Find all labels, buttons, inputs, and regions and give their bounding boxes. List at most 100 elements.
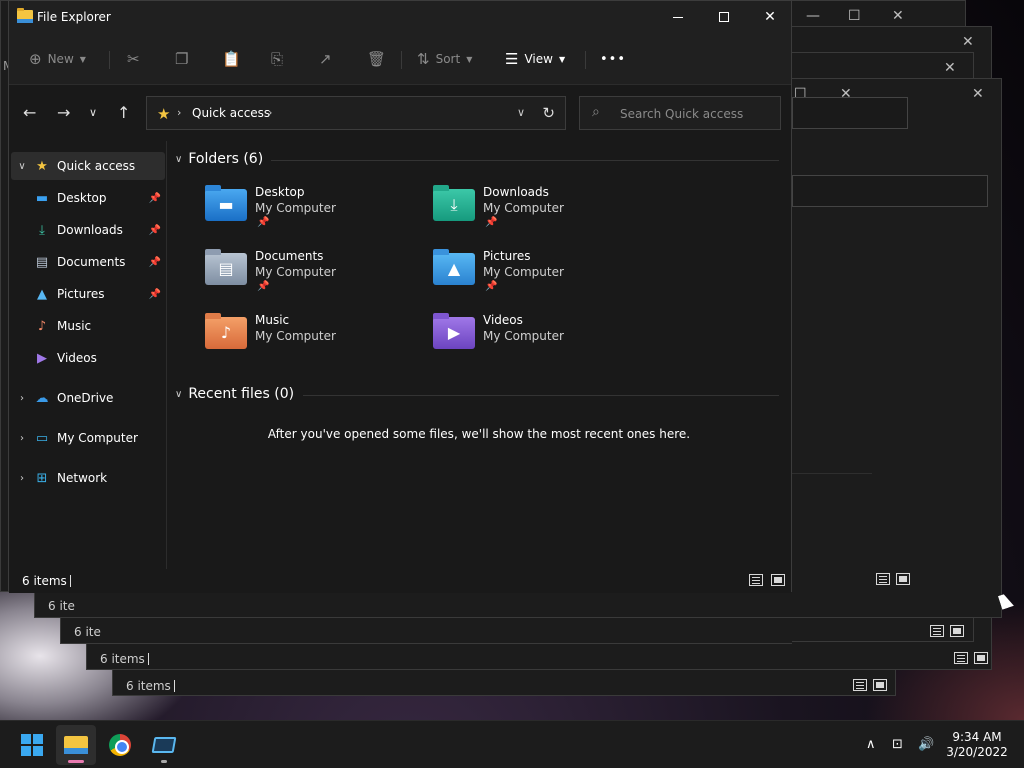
sidebar-item-documents[interactable]: ▤ Documents 📌 [11, 248, 165, 276]
pin-icon: 📌 [148, 288, 161, 300]
cut-button[interactable]: ✂ [127, 47, 140, 71]
collapse-icon[interactable]: ∨ [175, 154, 182, 165]
collapse-icon[interactable]: ∨ [175, 389, 182, 400]
title-bar[interactable]: File Explorer ✕ [9, 1, 791, 33]
folder-tile-videos[interactable]: ▶ Videos My Computer [433, 313, 653, 365]
clock[interactable]: 9:34 AM 3/20/2022 [940, 730, 1014, 760]
details-view-icon[interactable] [749, 574, 763, 586]
sidebar-item-downloads[interactable]: ⤓ Downloads 📌 [11, 216, 165, 244]
refresh-icon[interactable]: ↻ [542, 104, 555, 122]
network-status-button[interactable]: ⊡ [892, 737, 903, 752]
taskbar-remote-desktop[interactable] [144, 725, 184, 765]
start-button[interactable] [12, 725, 52, 765]
star-icon: ★ [157, 105, 171, 123]
arrow-left-icon: ← [23, 103, 37, 122]
taskbar-chrome[interactable] [100, 725, 140, 765]
address-bar[interactable]: ★ › Quick access › ∨ ↻ [146, 96, 566, 130]
rename-button[interactable]: ⎘ [271, 47, 283, 71]
pin-icon: 📌 [257, 281, 270, 292]
share-icon: ↗ [319, 50, 332, 68]
ghost-close-icon: ✕ [944, 60, 956, 76]
sidebar-item-onedrive[interactable]: › ☁ OneDrive [11, 384, 165, 412]
videos-icon: ▶ [37, 350, 47, 366]
file-explorer-window: File Explorer ✕ ⊕ New ▼ ✂ ❐ 📋 ⎘ ↗ 🗑 ⇅ So… [8, 0, 792, 593]
maximize-button[interactable] [701, 1, 747, 33]
folder-location: My Computer [483, 201, 564, 215]
chevron-down-icon: ∨ [89, 106, 98, 119]
recent-files-group-header[interactable]: ∨ Recent files (0) [175, 386, 294, 402]
sidebar-item-label: Pictures [57, 287, 105, 301]
arrow-right-icon: → [57, 103, 71, 122]
more-icon: ••• [600, 51, 627, 67]
folder-tile-music[interactable]: ♪ Music My Computer [205, 313, 425, 365]
close-button[interactable]: ✕ [747, 1, 793, 33]
search-box[interactable]: ⌕ Search Quick access [579, 96, 781, 130]
view-label: View [524, 52, 553, 66]
sidebar-item-videos[interactable]: ▶ Videos [11, 344, 165, 372]
sidebar-item-pictures[interactable]: ▲ Pictures 📌 [11, 280, 165, 308]
item-count: 6 items [22, 574, 67, 588]
desktop-icon: ▬ [35, 190, 49, 206]
folder-name: Videos [483, 313, 523, 327]
downloads-folder-icon: ⤓ [433, 185, 475, 221]
expand-icon[interactable]: › [11, 473, 33, 484]
more-options-button[interactable]: ••• [600, 47, 626, 71]
minimize-button[interactable] [655, 1, 701, 33]
up-button[interactable]: ↑ [117, 103, 130, 122]
command-separator [585, 51, 586, 69]
sidebar-item-network[interactable]: › ⊞ Network [11, 464, 165, 492]
ghost-field [792, 175, 988, 207]
folder-tile-pictures[interactable]: ▲ Pictures My Computer 📌 [433, 249, 653, 301]
folder-tile-documents[interactable]: ▤ Documents My Computer 📌 [205, 249, 425, 301]
folder-name: Downloads [483, 185, 549, 199]
paste-button[interactable]: 📋 [222, 47, 241, 71]
sidebar-item-label: My Computer [57, 431, 138, 445]
close-icon: ✕ [764, 9, 776, 25]
recent-locations-button[interactable]: ∨ [89, 106, 97, 119]
folder-name: Desktop [255, 185, 305, 199]
chevron-right-icon[interactable]: › [268, 106, 272, 119]
status-separator [70, 575, 71, 587]
new-button[interactable]: ⊕ New ▼ [29, 47, 86, 71]
ghost-view-toggles [930, 625, 964, 637]
taskbar: ∧ ⊡ 🔊 9:34 AM 3/20/2022 [0, 720, 1024, 768]
folder-tile-desktop[interactable]: ▬ Desktop My Computer 📌 [205, 185, 425, 237]
view-button[interactable]: ☰ View ▼ [505, 47, 565, 71]
show-hidden-icons-button[interactable]: ∧ [866, 737, 876, 752]
tiles-view-icon[interactable] [771, 574, 785, 586]
volume-button[interactable]: 🔊 [918, 737, 934, 752]
window-title: File Explorer [37, 10, 111, 24]
sort-label: Sort [435, 52, 461, 66]
sidebar-item-my-computer[interactable]: › ▭ My Computer [11, 424, 165, 452]
cloud-icon: ☁ [35, 390, 49, 406]
sidebar-item-quick-access[interactable]: ∨ ★ Quick access [11, 152, 165, 180]
file-explorer-icon [64, 736, 88, 754]
address-location[interactable]: Quick access [192, 106, 270, 120]
folder-location: My Computer [255, 265, 336, 279]
folder-location: My Computer [483, 329, 564, 343]
back-button[interactable]: ← [23, 103, 36, 122]
active-indicator [68, 760, 84, 763]
folder-tile-downloads[interactable]: ⤓ Downloads My Computer 📌 [433, 185, 653, 237]
start-icon [21, 734, 43, 756]
share-button[interactable]: ↗ [319, 47, 332, 71]
copy-button[interactable]: ❐ [175, 47, 188, 71]
delete-button[interactable]: 🗑 [367, 47, 386, 71]
ghost-view-toggles [954, 652, 988, 664]
sidebar-item-music[interactable]: ♪ Music [11, 312, 165, 340]
minimize-icon [673, 16, 683, 18]
collapse-icon[interactable]: ∨ [11, 161, 33, 172]
copy-icon: ❐ [175, 50, 189, 68]
group-divider [303, 395, 779, 396]
expand-icon[interactable]: › [11, 393, 33, 404]
forward-button[interactable]: → [57, 103, 70, 122]
address-dropdown-icon[interactable]: ∨ [517, 106, 525, 119]
sidebar-item-desktop[interactable]: ▬ Desktop 📌 [11, 184, 165, 212]
pin-icon: 📌 [148, 224, 161, 236]
ghost-status-text: 6 ite [74, 625, 101, 639]
sort-button[interactable]: ⇅ Sort ▼ [417, 47, 472, 71]
ghost-close-icon: ✕ [972, 86, 984, 102]
expand-icon[interactable]: › [11, 433, 33, 444]
taskbar-file-explorer[interactable] [56, 725, 96, 765]
folders-group-header[interactable]: ∨ Folders (6) [175, 151, 263, 167]
